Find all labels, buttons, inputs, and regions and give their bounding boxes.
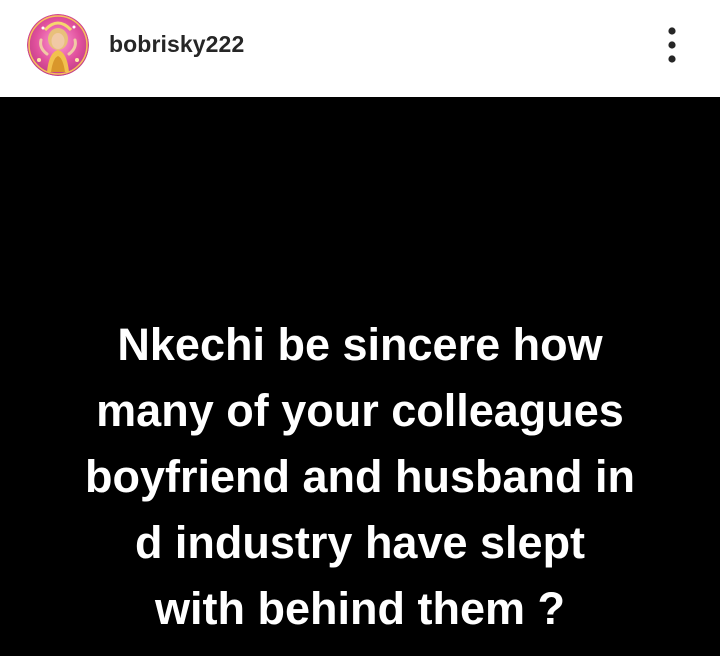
post-header: bobrisky222 [0, 0, 720, 97]
post-image[interactable]: Nkechi be sincere how many of your colle… [0, 97, 720, 656]
avatar[interactable] [27, 14, 89, 76]
more-options-icon[interactable] [652, 22, 692, 68]
post-text: Nkechi be sincere how many of your colle… [85, 319, 635, 634]
username-link[interactable]: bobrisky222 [109, 31, 244, 58]
avatar-image [27, 14, 89, 76]
